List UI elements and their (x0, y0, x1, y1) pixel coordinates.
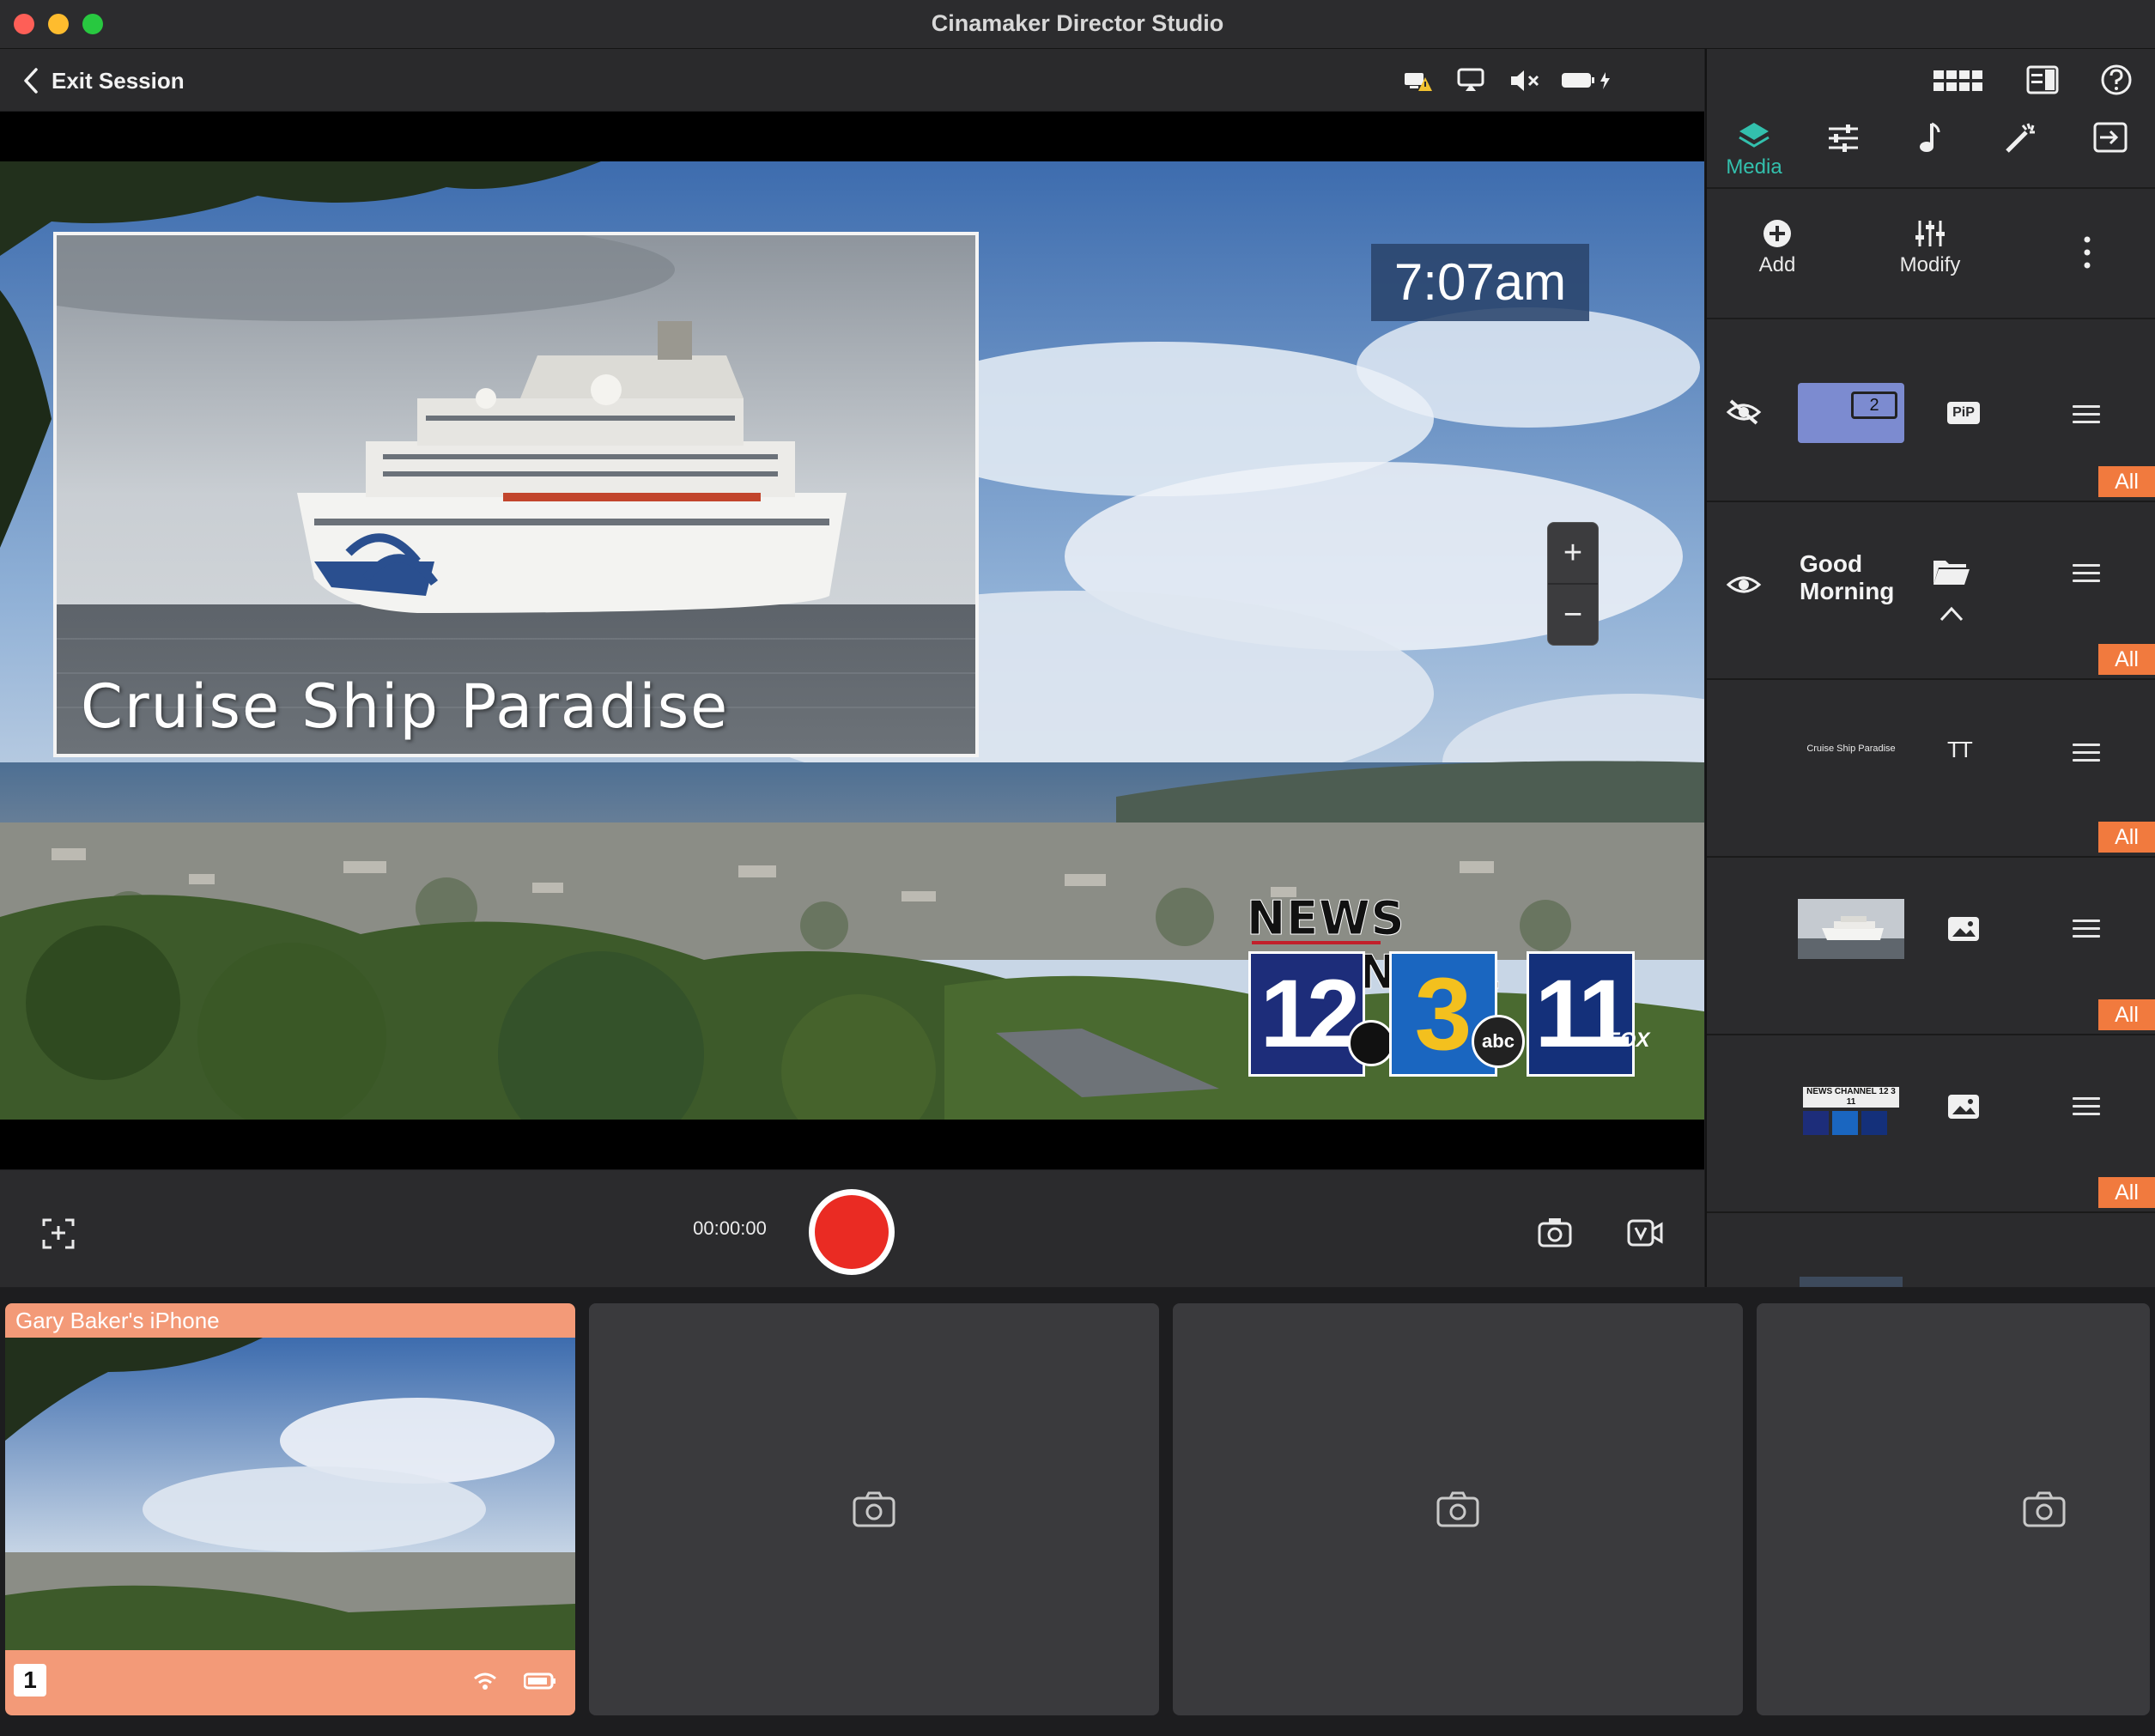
camera-switch-icon[interactable] (1537, 1216, 1573, 1250)
add-button[interactable]: Add (1751, 218, 1803, 277)
camera-slot-3[interactable] (1173, 1303, 1743, 1715)
zoom-control: + − (1547, 522, 1599, 646)
scope-badge[interactable]: All (2098, 822, 2155, 853)
export-icon[interactable] (2093, 122, 2128, 153)
reorder-handle-icon[interactable] (2073, 564, 2100, 583)
program-preview[interactable]: Cruise Ship Paradise 7:07am + − NEWS CHA… (0, 161, 1704, 1120)
eye-hidden-icon[interactable] (1726, 398, 1762, 426)
scope-badge[interactable]: All (2098, 1177, 2155, 1208)
more-options-icon[interactable] (2083, 235, 2091, 270)
multiview-grid-icon[interactable] (1933, 70, 1983, 93)
scope-badge[interactable]: All (2098, 644, 2155, 675)
folder-title: Good Morning (1800, 550, 1895, 604)
window-title: Cinamaker Director Studio (931, 10, 1224, 36)
logo-12-text: 12 (1260, 960, 1361, 1067)
camera-label: Gary Baker's iPhone (15, 1308, 220, 1333)
modify-button[interactable]: Modify (1889, 218, 1971, 277)
layer-row-text[interactable]: Cruise Ship Paradise TT All (1707, 680, 2155, 858)
layer-row-folder[interactable]: Good Morning All (1707, 502, 2155, 680)
speaker-muted-icon[interactable] (1509, 69, 1540, 93)
fox-badge: FOX (1607, 1029, 1650, 1052)
pip-type-icon: PiP (1947, 402, 1980, 424)
partial-thumbnail (1800, 1277, 1903, 1287)
tab-media-label: Media (1726, 155, 1782, 179)
camera-slot-1[interactable]: Gary Baker's iPhone 1 (5, 1303, 575, 1715)
adjust-sliders-icon (1915, 221, 1945, 246)
layer-row-image-ship[interactable]: All (1707, 858, 2155, 1035)
exit-session-label: Exit Session (52, 67, 185, 94)
reorder-handle-icon[interactable] (2073, 920, 2100, 938)
exit-session-button[interactable]: Exit Session (22, 65, 185, 96)
pip-thumbnail-badge: 2 (1851, 392, 1897, 419)
layer-row-pip[interactable]: 2 PiP All (1707, 325, 2155, 502)
camera-icon (2023, 1491, 2066, 1527)
scope-badge[interactable]: All (2098, 466, 2155, 497)
airplay-icon[interactable] (1456, 67, 1485, 93)
camera-slot-2[interactable] (589, 1303, 1159, 1715)
tab-media[interactable]: Media (1722, 120, 1786, 179)
abc-badge: abc (1472, 1015, 1525, 1068)
clock-overlay[interactable]: 7:07am (1371, 244, 1589, 321)
image-icon (1948, 917, 1979, 941)
pip-thumbnail: 2 (1798, 383, 1904, 443)
text-type-icon: TT (1947, 737, 1973, 762)
chevron-up-icon[interactable] (1939, 605, 1964, 622)
music-note-icon[interactable] (1916, 120, 1944, 155)
help-icon[interactable] (2100, 64, 2133, 96)
timecode: 00:00:00 (693, 1217, 767, 1239)
reorder-handle-icon[interactable] (2073, 405, 2100, 424)
layers-icon (1739, 123, 1770, 148)
logo-underline (1252, 941, 1381, 944)
battery-icon (524, 1672, 555, 1690)
layout-icon[interactable] (2026, 65, 2059, 94)
scope-badge[interactable]: All (2098, 999, 2155, 1030)
pip-caption: Cruise Ship Paradise (81, 671, 730, 742)
zoom-in-button[interactable]: + (1548, 523, 1598, 585)
reorder-handle-icon[interactable] (2073, 1097, 2100, 1116)
layer-row-image-logo[interactable]: NEWS CHANNEL 12 3 11 All (1707, 1035, 2155, 1213)
layer-row-partial[interactable] (1707, 1213, 2155, 1287)
logo-11-text: 11 (1534, 960, 1631, 1067)
record-button[interactable] (809, 1189, 895, 1275)
chevron-left-icon (24, 68, 38, 94)
sliders-icon[interactable] (1827, 124, 1860, 153)
text-thumbnail: Cruise Ship Paradise (1806, 744, 1896, 754)
pip-window[interactable]: Cruise Ship Paradise (53, 232, 979, 757)
magic-wand-icon[interactable] (2004, 120, 2038, 155)
ship-thumbnail (1798, 899, 1904, 959)
camera-number-badge: 1 (14, 1664, 46, 1697)
eye-visible-icon[interactable] (1726, 573, 1762, 597)
monitor-warning-icon[interactable] (1403, 69, 1434, 94)
add-label: Add (1758, 253, 1796, 276)
camera-icon (853, 1491, 895, 1527)
logo-thumbnail: NEWS CHANNEL 12 3 11 (1803, 1087, 1899, 1135)
battery-charging-icon (1562, 72, 1610, 89)
camera-icon (1436, 1491, 1479, 1527)
reorder-handle-icon[interactable] (2073, 744, 2100, 762)
camera-feed (5, 1338, 575, 1650)
add-screenshot-icon[interactable] (41, 1216, 76, 1250)
logo-block-12: 12 (1248, 951, 1365, 1077)
zoom-out-button[interactable]: − (1548, 585, 1598, 645)
cbs-eye-icon (1348, 1020, 1394, 1066)
logo-thumbnail-text: NEWS CHANNEL 12 3 11 (1803, 1087, 1899, 1108)
news-channel-logo[interactable]: NEWS CHANNEL 12 3 abc 11 FOX (1247, 891, 1659, 1089)
folder-icon (1933, 561, 1970, 585)
modify-label: Modify (1899, 253, 1961, 276)
clock-text: 7:07am (1393, 253, 1567, 311)
camera-slot-4[interactable] (1757, 1303, 2150, 1715)
video-mode-icon[interactable] (1626, 1216, 1664, 1250)
record-dot-icon (815, 1195, 889, 1269)
top-toolbar (0, 49, 1704, 111)
logo-block-11: 11 (1527, 951, 1635, 1077)
plus-circle-icon (1763, 220, 1791, 247)
wifi-icon (474, 1672, 496, 1690)
image-icon (1948, 1095, 1979, 1119)
